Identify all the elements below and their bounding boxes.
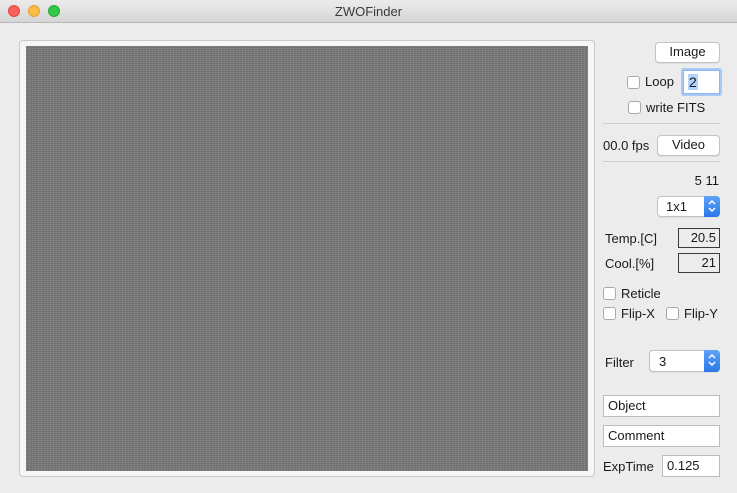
binning-select[interactable]: 1x1 [657,196,720,217]
camera-image-view[interactable] [26,46,588,471]
filter-select[interactable]: 3 [649,350,720,372]
cool-label: Cool.[%] [605,256,655,271]
cool-value: 21 [678,253,720,273]
loop-checkbox[interactable] [627,76,640,89]
divider [603,161,720,162]
chevron-updown-icon [704,196,720,217]
divider [603,123,720,124]
title-bar[interactable]: ZWOFinder [0,0,737,23]
loop-count-input[interactable]: 2 [683,70,720,94]
write-fits-label: write FITS [646,100,706,115]
flip-x-label: Flip-X [621,306,655,321]
write-fits-checkbox[interactable] [628,101,641,114]
reticle-label: Reticle [621,286,661,301]
video-button[interactable]: Video [657,135,720,156]
chevron-updown-icon [704,350,720,372]
window-title: ZWOFinder [334,4,403,19]
binning-value: 1x1 [666,199,687,214]
loop-label: Loop [645,74,674,89]
app-window: ZWOFinder Image Loop 2 write FITS 00.0 f… [0,0,737,493]
exptime-label: ExpTime [603,459,654,474]
reticle-checkbox[interactable] [603,287,616,300]
loop-count-value: 2 [688,74,698,90]
temp-label: Temp.[C] [605,231,658,246]
comment-field[interactable]: Comment [603,425,720,447]
flip-x-checkbox[interactable] [603,307,616,320]
object-field[interactable]: Object [603,395,720,417]
status-numbers: 5 11 [694,173,719,188]
flip-y-label: Flip-Y [684,306,718,321]
temp-value: 20.5 [678,228,720,248]
exptime-field[interactable]: 0.125 [662,455,720,477]
filter-label: Filter [605,355,634,370]
image-button[interactable]: Image [655,42,720,63]
flip-y-checkbox[interactable] [666,307,679,320]
fps-readout: 00.0 fps [603,138,650,153]
filter-value: 3 [659,354,667,369]
